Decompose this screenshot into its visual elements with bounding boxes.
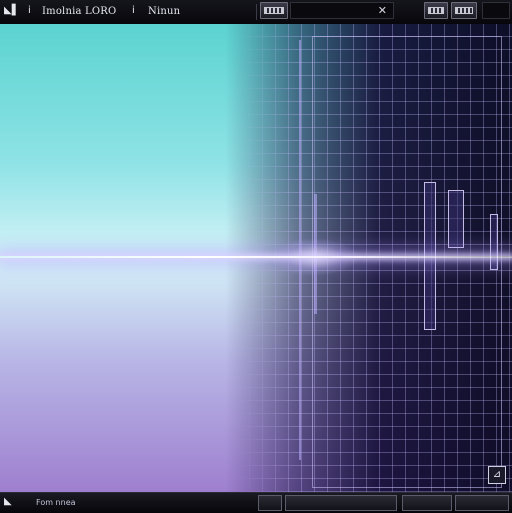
layers-icon <box>455 7 473 14</box>
brush-tool-icon[interactable]: i <box>28 5 31 16</box>
light-beam <box>0 256 512 258</box>
resize-icon[interactable]: ⊿ <box>488 466 506 484</box>
status-button[interactable] <box>455 495 509 511</box>
app-logo-icon[interactable]: ◣ <box>4 496 12 507</box>
pen-tool-icon[interactable]: i <box>132 5 135 16</box>
panel-toggle[interactable] <box>482 2 510 19</box>
status-text: Fom nnea <box>36 498 76 507</box>
image-button-1[interactable] <box>424 2 448 19</box>
slider-button[interactable] <box>260 2 288 19</box>
status-button[interactable] <box>402 495 452 511</box>
image-button-2[interactable] <box>451 2 477 19</box>
status-field[interactable] <box>285 495 397 511</box>
app-logo-icon[interactable]: ◣▌ <box>4 5 19 16</box>
level-handle[interactable] <box>490 214 498 270</box>
close-icon[interactable]: ✕ <box>378 4 387 17</box>
slider-icon <box>264 7 284 14</box>
toolbar-field[interactable]: ✕ <box>290 2 394 19</box>
image-canvas[interactable]: ⊿ <box>0 24 512 492</box>
status-button[interactable] <box>258 495 282 511</box>
top-toolbar: ◣▌ i Imolnia LORO i Ninun ✕ <box>0 0 512 25</box>
document-title: Imolnia LORO <box>42 6 117 17</box>
image-icon <box>428 7 444 14</box>
toolbar-divider <box>256 4 257 20</box>
level-handle[interactable] <box>448 190 464 248</box>
mode-label: Ninun <box>148 6 181 17</box>
status-bar: ◣ Fom nnea <box>0 492 512 513</box>
